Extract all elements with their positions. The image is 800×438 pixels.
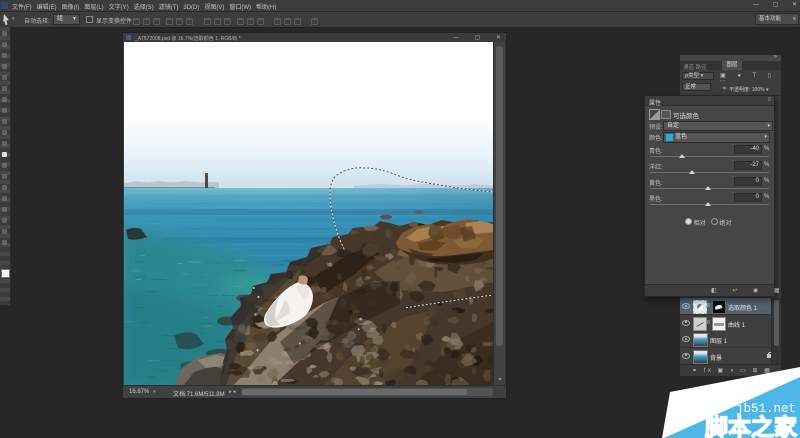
svg-text:脚本之家: 脚本之家 (705, 414, 797, 438)
